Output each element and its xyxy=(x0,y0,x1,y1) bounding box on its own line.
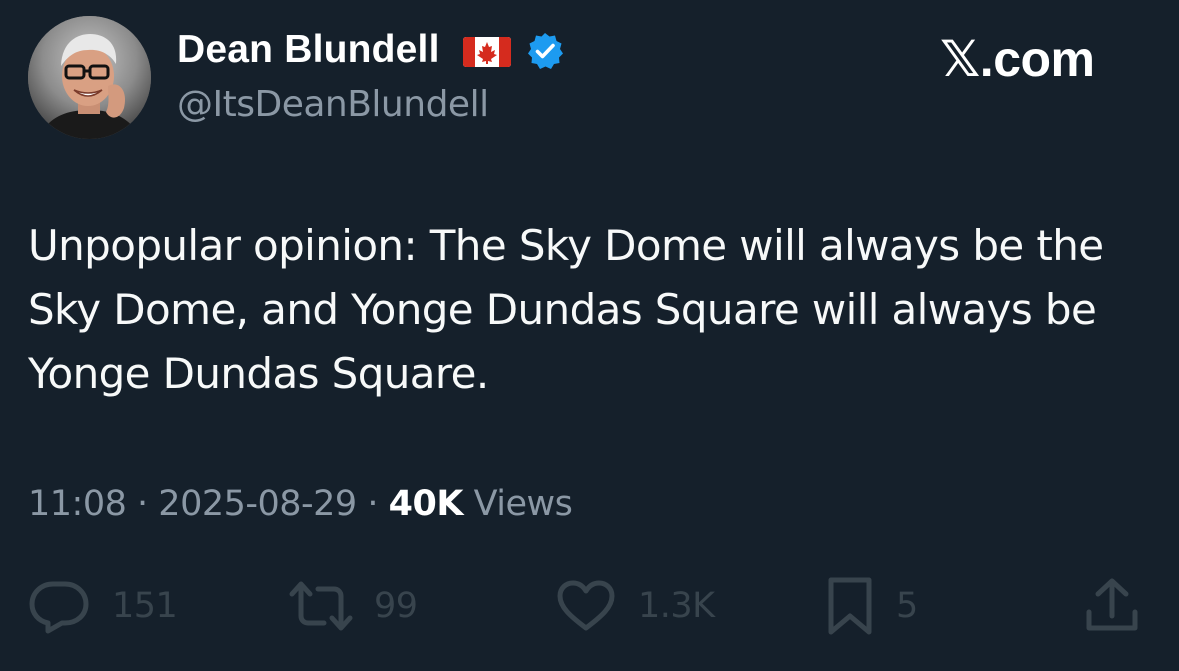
tweet-time[interactable]: 11:08 xyxy=(28,484,127,524)
views-count: 40K xyxy=(388,484,464,524)
x-logo-icon: 𝕏 xyxy=(940,30,980,88)
repost-icon xyxy=(289,581,353,631)
reply-count: 151 xyxy=(112,586,178,626)
bookmark-button[interactable]: 5 xyxy=(826,574,918,638)
x-com-logo: 𝕏.com xyxy=(940,30,1095,88)
reply-icon xyxy=(29,581,89,634)
like-count: 1.3K xyxy=(638,586,715,626)
views-label: Views xyxy=(473,484,573,524)
meta-separator: · xyxy=(137,484,148,524)
heart-icon xyxy=(557,580,615,631)
meta-separator: · xyxy=(367,484,378,524)
like-button[interactable]: 1.3K xyxy=(556,574,715,638)
tweet-date[interactable]: 2025-08-29 xyxy=(158,484,357,524)
avatar-photo xyxy=(28,16,151,139)
tweet-meta: 11:08 · 2025-08-29 · 40K Views xyxy=(28,484,573,524)
x-logo-domain: .com xyxy=(979,31,1095,87)
author-handle[interactable]: @ItsDeanBlundell xyxy=(177,84,489,125)
avatar[interactable] xyxy=(28,16,151,139)
tweet-card: Dean Blundell @ItsDeanBlundell 𝕏.com Unp… xyxy=(0,0,1179,671)
share-icon xyxy=(1086,578,1138,631)
reply-button[interactable]: 151 xyxy=(28,574,178,638)
repost-button[interactable]: 99 xyxy=(286,574,418,638)
bookmark-count: 5 xyxy=(896,586,918,626)
share-button[interactable] xyxy=(1084,574,1140,638)
display-name[interactable]: Dean Blundell xyxy=(177,28,440,72)
repost-count: 99 xyxy=(374,586,418,626)
action-bar: 151 99 1.3K 5 xyxy=(0,574,1179,644)
tweet-text: Unpopular opinion: The Sky Dome will alw… xyxy=(28,221,1104,398)
verified-badge-icon[interactable] xyxy=(525,31,565,71)
bookmark-icon xyxy=(828,577,872,635)
canada-flag-icon xyxy=(463,37,511,67)
